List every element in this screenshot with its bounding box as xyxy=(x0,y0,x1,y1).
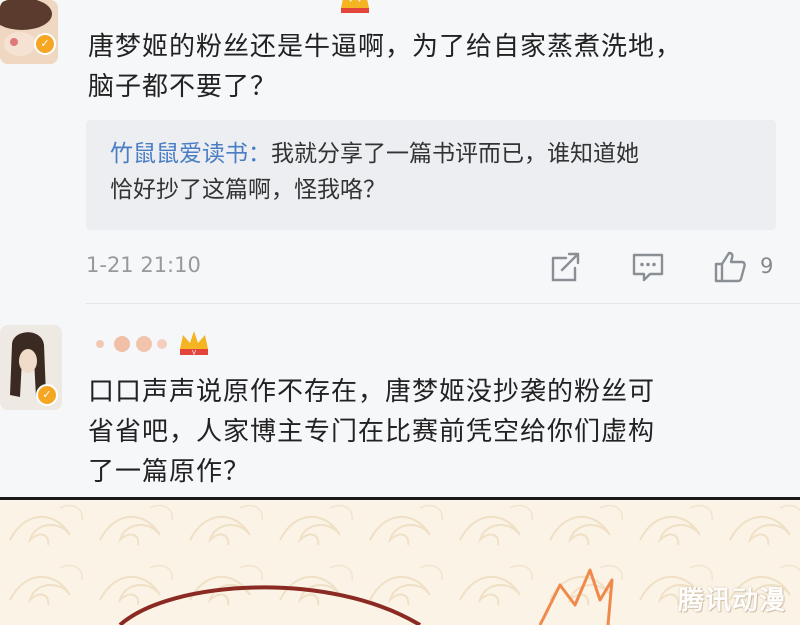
like-count: 9 xyxy=(760,254,774,278)
quoted-reply[interactable]: 竹鼠鼠爱读书：我就分享了一篇书评而已，谁知道她 恰好抄了这篇啊，怪我咯？ xyxy=(86,120,776,230)
quoted-username-link[interactable]: 竹鼠鼠爱读书： xyxy=(110,141,271,167)
comment-body: 口口声声说原作不存在，唐梦姬没抄袭的粉丝可 省省吧，人家博主专门在比赛前凭空给你… xyxy=(88,372,655,492)
watermark-logo: 腾讯动漫 xyxy=(677,586,786,616)
timestamp: 1-21 21:10 xyxy=(86,253,201,277)
avatar[interactable] xyxy=(0,0,58,64)
divider xyxy=(86,303,800,304)
thumbs-up-icon[interactable] xyxy=(712,250,748,284)
quoted-line: 恰好抄了这篇啊，怪我咯？ xyxy=(110,177,386,203)
crown-icon xyxy=(338,0,372,16)
vip-badge-icon: ✓ xyxy=(34,33,56,55)
username-blurred[interactable] xyxy=(92,334,174,354)
comment-line: 唐梦姬的粉丝还是牛逼啊，为了给自家蒸煮洗地， xyxy=(88,32,683,62)
weibo-comment-panel: ✓ 唐梦姬的粉丝还是牛逼啊，为了给自家蒸煮洗地， 脑子都不要了？ 竹鼠鼠爱读书：… xyxy=(0,0,800,497)
manga-panel: 腾讯动漫 xyxy=(0,500,800,625)
vip-badge-icon: ✓ xyxy=(36,384,58,406)
comment-icon[interactable] xyxy=(630,250,666,284)
quoted-reply-text: 竹鼠鼠爱读书：我就分享了一篇书评而已，谁知道她 恰好抄了这篇啊，怪我咯？ xyxy=(110,136,770,208)
comment-line: 口口声声说原作不存在，唐梦姬没抄袭的粉丝可 xyxy=(88,377,656,407)
comment-line: 脑子都不要了？ xyxy=(88,72,278,102)
comment-body: 唐梦姬的粉丝还是牛逼啊，为了给自家蒸煮洗地， 脑子都不要了？ xyxy=(88,27,682,107)
quoted-line: 我就分享了一篇书评而已，谁知道她 xyxy=(271,141,639,167)
repost-icon[interactable] xyxy=(548,250,584,284)
comment-line: 了一篇原作？ xyxy=(88,457,251,487)
comment-line: 省省吧，人家博主专门在比赛前凭空给你们虚构 xyxy=(88,417,656,447)
crown-icon: V xyxy=(177,327,211,357)
